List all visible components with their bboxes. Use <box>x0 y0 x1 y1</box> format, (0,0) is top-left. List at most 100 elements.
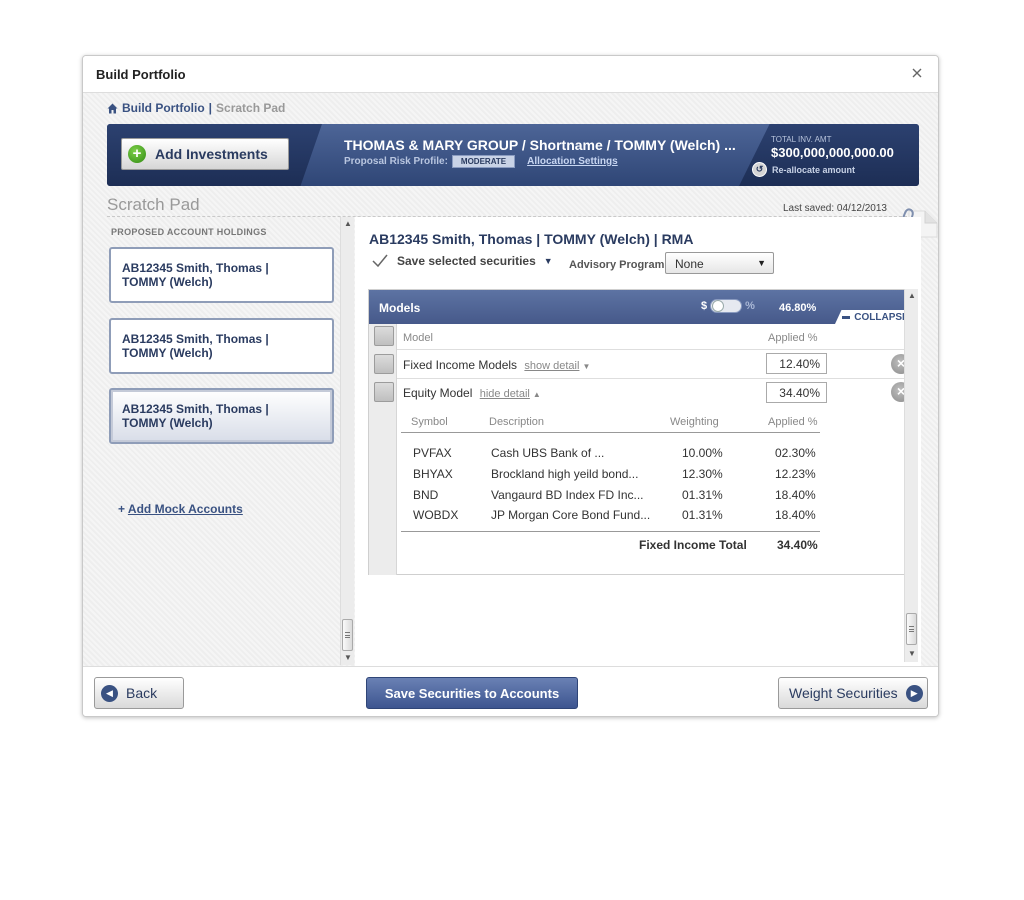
scroll-thumb[interactable] <box>342 619 353 651</box>
minus-icon <box>842 315 851 319</box>
build-portfolio-dialog: Build Portfolio Build Portfolio | Scratc… <box>82 55 939 717</box>
row-checkbox[interactable] <box>374 354 394 374</box>
breadcrumb-build-portfolio[interactable]: Build Portfolio <box>122 101 205 115</box>
models-title: Models <box>379 301 421 315</box>
back-button[interactable]: ◀ Back <box>94 677 184 709</box>
weight-label: Weight Securities <box>789 685 898 701</box>
dialog-titlebar: Build Portfolio <box>83 56 938 93</box>
add-mock-accounts: + Add Mock Accounts <box>118 502 243 516</box>
total-investment-amount: $300,000,000,000.00 <box>771 145 894 160</box>
client-banner: + Add Investments THOMAS & MARY GROUP / … <box>107 124 919 186</box>
security-weighting: 10.00% <box>682 446 723 460</box>
chevron-down-icon: ▼ <box>757 258 766 268</box>
risk-profile: Proposal Risk Profile: MODERATE Allocati… <box>344 155 618 168</box>
toggle-percent-label: % <box>745 300 755 312</box>
client-name: THOMAS & MARY GROUP / Shortname / TOMMY … <box>344 137 736 153</box>
security-weighting: 12.30% <box>682 467 723 481</box>
risk-profile-badge: MODERATE <box>451 155 516 168</box>
detail-col-weighting: Weighting <box>670 416 719 428</box>
show-detail-link[interactable]: show detail ▼ <box>524 360 590 372</box>
model-name: Equity Model <box>403 386 473 400</box>
toggle-switch[interactable] <box>710 299 743 313</box>
security-weighting: 01.31% <box>682 488 723 502</box>
total-investment-label: TOTAL INV. AMT <box>771 135 832 144</box>
dollar-percent-toggle: $ % <box>701 299 755 313</box>
plus-circle-icon: + <box>128 145 146 163</box>
column-model: Model <box>403 332 433 344</box>
scroll-down-arrow-icon[interactable]: ▼ <box>907 649 917 659</box>
save-securities-button[interactable]: Save Securities to Accounts <box>366 677 578 709</box>
holdings-title: PROPOSED ACCOUNT HOLDINGS <box>111 227 267 237</box>
allocation-settings-link[interactable]: Allocation Settings <box>527 156 618 167</box>
add-investments-button[interactable]: + Add Investments <box>121 138 289 170</box>
model-row-fixed-income: Fixed Income Models show detail ▼ <box>403 358 590 372</box>
account-card[interactable]: AB12345 Smith, Thomas | TOMMY (Welch) <box>109 247 334 303</box>
last-saved: Last saved: 04/12/2013 <box>783 203 887 214</box>
scratch-pad-title: Scratch Pad <box>107 195 200 214</box>
fixed-income-total-value: 34.40% <box>777 538 818 552</box>
security-applied: 18.40% <box>775 488 816 502</box>
advisory-program-label: Advisory Program: <box>569 259 669 271</box>
chevron-left-icon: ◀ <box>101 684 118 702</box>
save-selected-securities-dropdown[interactable]: Save selected securities ▼ <box>371 253 553 269</box>
model-row-equity: Equity Model hide detail ▲ <box>403 386 541 400</box>
security-symbol: BND <box>413 488 439 502</box>
dialog-title: Build Portfolio <box>96 67 186 82</box>
account-heading: AB12345 Smith, Thomas | TOMMY (Welch) | … <box>369 231 694 247</box>
collapse-label: COLLAPSE <box>854 311 909 323</box>
column-applied: Applied % <box>768 332 818 344</box>
add-mock-accounts-link[interactable]: Add Mock Accounts <box>128 502 243 516</box>
weight-securities-button[interactable]: Weight Securities ▶ <box>778 677 928 709</box>
breadcrumb-separator: | <box>208 101 213 115</box>
scroll-down-arrow-icon[interactable]: ▼ <box>343 653 353 663</box>
account-card[interactable]: AB12345 Smith, Thomas | TOMMY (Welch) <box>109 318 334 374</box>
security-description: JP Morgan Core Bond Fund... <box>491 508 651 522</box>
security-applied: 18.40% <box>775 508 816 522</box>
chevron-up-icon: ▲ <box>532 390 541 399</box>
home-icon[interactable] <box>107 103 118 114</box>
hide-detail-link[interactable]: hide detail ▲ <box>480 388 541 400</box>
checkbox-column <box>369 324 397 575</box>
close-icon[interactable] <box>910 66 924 80</box>
detail-col-symbol: Symbol <box>411 416 448 428</box>
reallocate-icon: ↺ <box>752 162 767 177</box>
security-applied: 02.30% <box>775 446 816 460</box>
right-scrollbar[interactable]: ▲ ▼ <box>904 289 918 662</box>
advisory-program-select[interactable]: None ▼ <box>665 252 774 274</box>
detail-col-applied: Applied % <box>768 416 818 428</box>
account-detail-panel: AB12345 Smith, Thomas | TOMMY (Welch) | … <box>355 217 921 666</box>
applied-percent-input[interactable]: 12.40% <box>766 353 827 374</box>
row-checkbox[interactable] <box>374 382 394 402</box>
models-section: Models $ % 46.80% COLLAPSE Model Applied… <box>368 289 917 575</box>
proposed-holdings-panel: PROPOSED ACCOUNT HOLDINGS AB12345 Smith,… <box>107 217 341 665</box>
select-all-checkbox[interactable] <box>374 326 394 346</box>
security-description: Vangaurd BD Index FD Inc... <box>491 488 644 502</box>
breadcrumb-scratch-pad: Scratch Pad <box>216 101 286 115</box>
add-mock-prefix: + <box>118 502 126 516</box>
reallocate-amount[interactable]: ↺ Re-allocate amount <box>752 162 855 177</box>
scroll-up-arrow-icon[interactable]: ▲ <box>907 291 917 301</box>
models-header: Models $ % 46.80% COLLAPSE <box>369 290 917 324</box>
risk-profile-label: Proposal Risk Profile: <box>344 156 448 167</box>
security-weighting: 01.31% <box>682 508 723 522</box>
back-label: Back <box>126 685 158 701</box>
scroll-up-arrow-icon[interactable]: ▲ <box>343 219 353 229</box>
breadcrumb: Build Portfolio | Scratch Pad <box>107 101 285 115</box>
security-description: Brockland high yeild bond... <box>491 467 639 481</box>
security-applied: 12.23% <box>775 467 816 481</box>
model-name: Fixed Income Models <box>403 358 518 372</box>
chevron-down-icon: ▼ <box>543 256 553 266</box>
security-description: Cash UBS Bank of ... <box>491 446 605 460</box>
checkmark-icon <box>372 254 388 268</box>
account-card-selected[interactable]: AB12345 Smith, Thomas | TOMMY (Welch) <box>109 388 334 444</box>
save-selected-label: Save selected securities <box>397 254 536 268</box>
reallocate-label: Re-allocate amount <box>772 164 856 175</box>
left-scrollbar[interactable]: ▲ ▼ <box>340 217 354 665</box>
security-symbol: BHYAX <box>413 467 453 481</box>
total-investment: TOTAL INV. AMT $300,000,000,000.00 <box>771 135 911 160</box>
security-symbol: WOBDX <box>413 508 459 522</box>
scroll-thumb[interactable] <box>906 613 917 645</box>
models-total-percent: 46.80% <box>779 302 817 314</box>
chevron-down-icon: ▼ <box>582 362 591 371</box>
applied-percent-input[interactable]: 34.40% <box>766 382 827 403</box>
